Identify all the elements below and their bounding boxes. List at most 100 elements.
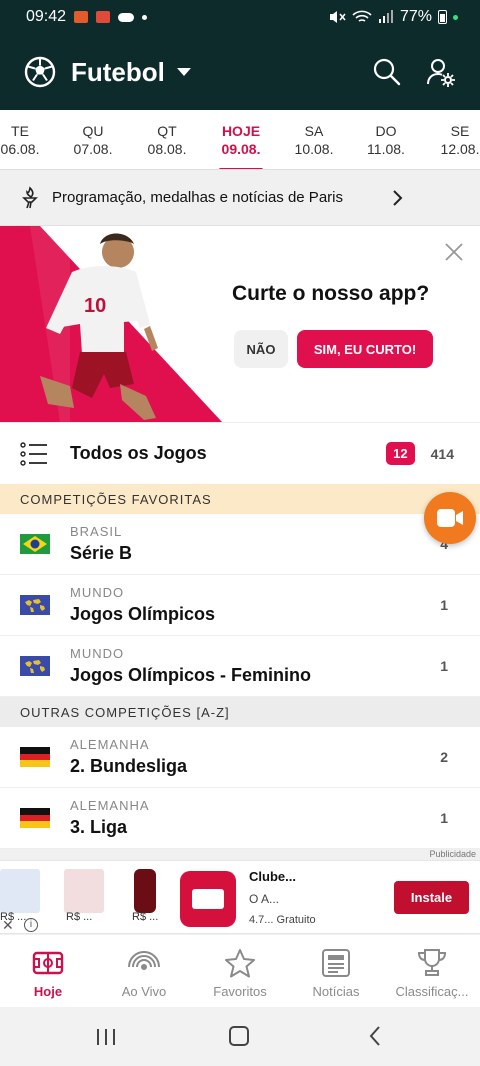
competition-name: 2. Bundesliga (70, 756, 188, 776)
date-tab-today[interactable]: HOJE 09.08. (201, 122, 281, 169)
date-day: QT (157, 123, 177, 139)
trophy-icon (417, 949, 447, 976)
app-rating-promo: 10 Curte o nosso app? NÃO SIM, EU CURTO! (0, 226, 480, 422)
search-icon[interactable] (372, 57, 402, 87)
other-competitions-section-header: OUTRAS COMPETIÇÕES [A-Z] (0, 697, 480, 727)
date-tab[interactable]: QU 07.08. (53, 122, 133, 158)
nav-label: Favoritos (213, 984, 267, 999)
more-notifications-icon (142, 14, 148, 20)
world-flag-icon (20, 656, 50, 676)
live-count-badge: 12 (386, 442, 415, 465)
chevron-right-icon (393, 189, 403, 206)
ad-app-name: Clube... (249, 869, 296, 884)
paris-banner-text: Programação, medalhas e notícias de Pari… (52, 189, 343, 206)
mute-icon (329, 11, 346, 23)
ad-label: Publicidade (429, 849, 476, 859)
germany-flag-icon (20, 808, 50, 828)
ad-info-icon[interactable]: i (24, 918, 38, 932)
olympic-torch-icon (22, 185, 38, 208)
competition-name: Jogos Olímpicos - Feminino (70, 665, 312, 685)
match-count: 1 (440, 597, 448, 613)
competition-country: MUNDO (70, 646, 125, 661)
list-icon (20, 441, 47, 466)
ad-app-description: O A... (249, 892, 280, 906)
product-image (0, 869, 40, 913)
player-illustration: 10 (0, 226, 222, 422)
pitch-icon (32, 951, 64, 975)
nav-label: Hoje (33, 984, 63, 999)
product-image (64, 869, 104, 913)
date-value: 07.08. (73, 141, 113, 157)
install-button[interactable]: Instale (394, 881, 469, 914)
home-icon[interactable] (229, 1026, 249, 1046)
date-tab[interactable]: SE 12.08. (420, 122, 480, 158)
bottom-navigation: Hoje Ao Vivo Favoritos Notícias Classifi… (0, 935, 480, 1007)
jersey-number: 10 (84, 295, 106, 317)
competition-row[interactable]: ALEMANHA 3. Liga 1 (0, 788, 480, 849)
star-icon (225, 949, 255, 978)
date-tab[interactable]: TE 06.08. (0, 122, 60, 158)
nav-label: Ao Vivo (121, 984, 167, 999)
advertised-app-icon (180, 871, 236, 927)
ad-banner[interactable]: R$ ... R$ ... R$ ... Clube... O A... 4.7… (0, 860, 480, 934)
wifi-icon (352, 10, 372, 22)
germany-flag-icon (20, 747, 50, 767)
app-header: 09:42 77% Futebol (0, 0, 480, 110)
sport-selector[interactable]: Futebol (56, 57, 191, 88)
chevron-down-icon (176, 68, 191, 76)
active-tab-indicator (219, 168, 263, 169)
signal-icon (378, 10, 393, 23)
date-day: HOJE (221, 123, 261, 139)
back-icon[interactable] (368, 1025, 382, 1047)
date-day: DO (375, 123, 397, 139)
nav-hoje[interactable]: Hoje (0, 935, 96, 1007)
total-games-count: 414 (430, 445, 454, 462)
nav-noticias[interactable]: Notícias (288, 935, 384, 1007)
date-day: SE (450, 123, 470, 139)
cloud-icon (118, 12, 135, 22)
competition-country: BRASIL (70, 524, 123, 539)
date-tab[interactable]: SA 10.08. (274, 122, 354, 158)
nav-label: Notícias (312, 984, 360, 999)
world-flag-icon (20, 595, 50, 615)
competition-country: ALEMANHA (70, 737, 150, 752)
competition-row[interactable]: ALEMANHA 2. Bundesliga 2 (0, 727, 480, 788)
no-button[interactable]: NÃO (234, 330, 288, 368)
competition-name: Jogos Olímpicos (70, 604, 216, 624)
brazil-flag-icon (20, 534, 50, 554)
date-value: 12.08. (440, 141, 480, 157)
date-tab[interactable]: DO 11.08. (346, 122, 426, 158)
ad-app-meta: 4.7... Gratuito (249, 914, 316, 926)
user-settings-icon[interactable] (426, 57, 456, 87)
recent-apps-icon[interactable] (95, 1027, 117, 1047)
video-camera-button[interactable] (424, 492, 476, 544)
date-value: 09.08. (221, 141, 261, 157)
yes-button[interactable]: SIM, EU CURTO! (297, 330, 433, 368)
soccer-ball-icon (24, 56, 56, 88)
all-games-row[interactable]: Todos os Jogos 12 414 (0, 422, 480, 484)
camera-notification-icon (74, 11, 89, 23)
match-count: 2 (440, 749, 448, 765)
favorites-section-header: COMPETIÇÕES FAVORITAS (0, 484, 480, 514)
nav-ao-vivo[interactable]: Ao Vivo (96, 935, 192, 1007)
competition-row[interactable]: MUNDO Jogos Olímpicos - Feminino 1 (0, 636, 480, 697)
privacy-dot-icon (453, 14, 458, 20)
competition-row[interactable]: BRASIL Série B 4 (0, 514, 480, 575)
app-bar: Futebol (0, 34, 480, 110)
section-title: COMPETIÇÕES FAVORITAS (20, 491, 212, 507)
date-tab[interactable]: QT 08.08. (127, 122, 207, 158)
close-icon[interactable] (444, 242, 464, 262)
product-price: R$ ... (66, 911, 93, 923)
battery-percent: 77% (399, 8, 432, 25)
paris-olympics-banner[interactable]: Programação, medalhas e notícias de Pari… (0, 170, 480, 226)
product-image (134, 869, 156, 913)
date-strip: TE 06.08. QU 07.08. QT 08.08. HOJE 09.08. SA… (0, 110, 480, 170)
date-day: SA (304, 123, 324, 139)
nav-favoritos[interactable]: Favoritos (192, 935, 288, 1007)
ad-close-icon[interactable]: ✕ (2, 917, 14, 934)
promo-question: Curte o nosso app? (232, 282, 430, 305)
nav-classificacao[interactable]: Classificaç... (384, 935, 480, 1007)
system-navigation-bar (0, 1007, 480, 1066)
competition-row[interactable]: MUNDO Jogos Olímpicos 1 (0, 575, 480, 636)
match-count: 1 (440, 658, 448, 674)
